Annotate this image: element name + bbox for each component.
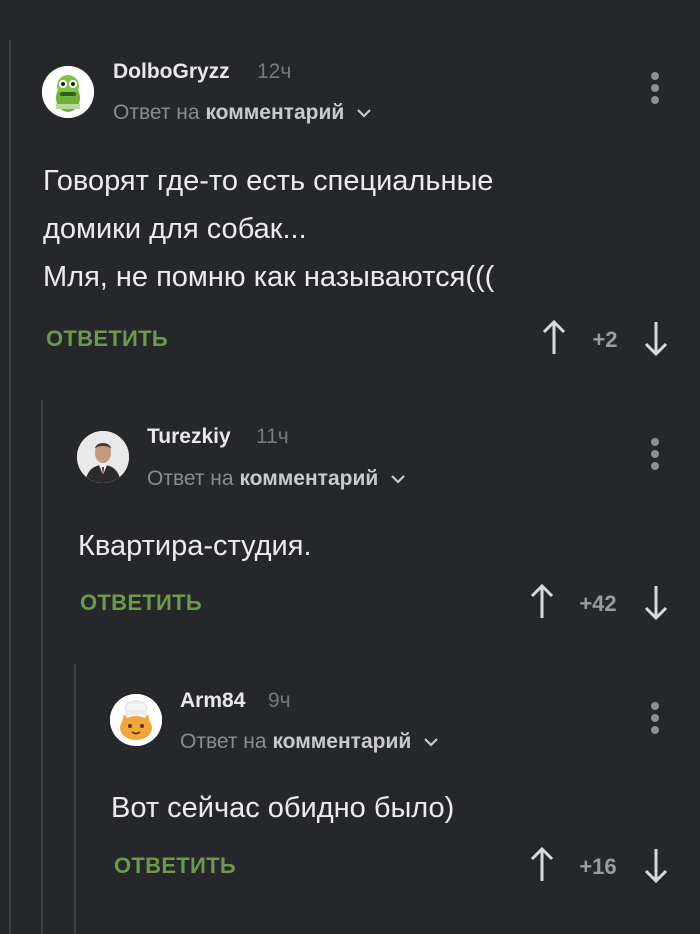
thread-line-level-3 (74, 664, 76, 934)
reply-to-prefix: Ответ на (113, 101, 200, 124)
vote-score: +2 (592, 327, 618, 352)
upvote-arrow-icon[interactable] (529, 583, 555, 620)
reply-to-target: комментарий (205, 101, 345, 124)
comment-text: Вот сейчас обидно было) (111, 792, 455, 824)
avatar[interactable] (77, 431, 129, 483)
avatar[interactable] (110, 694, 162, 746)
timestamp: 12ч (257, 60, 292, 83)
reply-to-target: комментарий (272, 730, 412, 753)
reply-to-link[interactable]: Ответ на комментарий (113, 101, 372, 125)
man-in-suit-avatar-icon (77, 431, 129, 483)
more-options-icon[interactable] (649, 438, 661, 474)
vote-score: +16 (579, 854, 617, 879)
vote-score: +42 (579, 591, 617, 616)
username[interactable]: DolboGryzz (113, 60, 230, 84)
orange-cat-chef-avatar-icon (110, 694, 162, 746)
more-options-icon[interactable] (649, 72, 661, 108)
reply-to-link[interactable]: Ответ на комментарий (147, 467, 406, 491)
reply-to-link[interactable]: Ответ на комментарий (180, 730, 439, 754)
reply-button[interactable]: ОТВЕТИТЬ (46, 326, 168, 352)
avatar[interactable] (42, 66, 94, 118)
downvote-arrow-icon[interactable] (643, 320, 669, 357)
comment-text: Квартира-студия. (78, 530, 312, 562)
downvote-arrow-icon[interactable] (643, 847, 669, 884)
chevron-down-icon (423, 730, 439, 754)
username[interactable]: Turezkiy (147, 425, 231, 449)
thread-line-level-2 (41, 400, 43, 934)
green-character-avatar-icon (42, 66, 94, 118)
chevron-down-icon (356, 101, 372, 125)
timestamp: 11ч (256, 425, 289, 448)
upvote-arrow-icon[interactable] (529, 846, 555, 883)
reply-to-target: комментарий (239, 467, 379, 490)
timestamp: 9ч (268, 689, 291, 712)
username[interactable]: Arm84 (180, 689, 245, 713)
reply-to-prefix: Ответ на (180, 730, 267, 753)
reply-button[interactable]: ОТВЕТИТЬ (80, 590, 202, 616)
chevron-down-icon (390, 467, 406, 491)
upvote-arrow-icon[interactable] (541, 319, 567, 356)
reply-to-prefix: Ответ на (147, 467, 234, 490)
thread-line-level-1 (9, 40, 11, 934)
comment-text: Говорят где-то есть специальные домики д… (43, 165, 495, 293)
reply-button[interactable]: ОТВЕТИТЬ (114, 853, 236, 879)
downvote-arrow-icon[interactable] (643, 584, 669, 621)
more-options-icon[interactable] (649, 702, 661, 738)
